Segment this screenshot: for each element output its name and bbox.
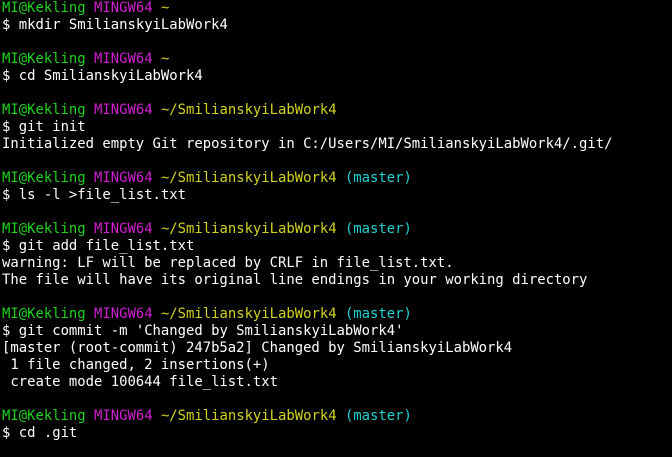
prompt-user-host: MI@Kekling — [2, 306, 86, 322]
output-line: The file will have its original line end… — [2, 272, 588, 288]
command-text: cd .git — [18, 425, 78, 441]
command-text: cd SmilianskyiLabWork4 — [18, 68, 203, 84]
prompt-line: MI@Kekling MINGW64 ~ — [2, 0, 672, 17]
command-line: $ mkdir SmilianskyiLabWork4 — [2, 17, 672, 34]
prompt-branch: (master) — [344, 170, 412, 186]
command-line: $ git commit -m 'Changed by SmilianskyiL… — [2, 323, 672, 340]
prompt-user-host: MI@Kekling — [2, 170, 86, 186]
output-line: Initialized empty Git repository in C:/U… — [2, 136, 613, 152]
prompt-line: MI@Kekling MINGW64 ~/SmilianskyiLabWork4… — [2, 170, 672, 187]
prompt-path: ~/SmilianskyiLabWork4 — [160, 170, 337, 186]
prompt-branch: (master) — [344, 408, 412, 424]
prompt-symbol: $ — [2, 425, 11, 441]
prompt-path: ~/SmilianskyiLabWork4 — [160, 102, 337, 118]
prompt-user-host: MI@Kekling — [2, 408, 86, 424]
prompt-user-host: MI@Kekling — [2, 0, 86, 16]
command-text: git init — [18, 119, 86, 135]
command-text: ls -l >file_list.txt — [18, 187, 187, 203]
prompt-line: MI@Kekling MINGW64 ~ — [2, 51, 672, 68]
command-line: $ git add file_list.txt — [2, 238, 672, 255]
prompt-symbol: $ — [2, 119, 11, 135]
command-line: $ git init — [2, 119, 672, 136]
prompt-line: MI@Kekling MINGW64 ~/SmilianskyiLabWork4 — [2, 102, 672, 119]
prompt-branch: (master) — [344, 306, 412, 322]
output-line: [master (root-commit) 247b5a2] Changed b… — [2, 340, 513, 356]
prompt-system: MINGW64 — [94, 170, 153, 186]
output-line: create mode 100644 file_list.txt — [2, 374, 278, 390]
command-line: $ ls -l >file_list.txt — [2, 187, 672, 204]
output-line: warning: LF will be replaced by CRLF in … — [2, 255, 454, 271]
prompt-user-host: MI@Kekling — [2, 51, 86, 67]
prompt-system: MINGW64 — [94, 102, 153, 118]
prompt-line: MI@Kekling MINGW64 ~/SmilianskyiLabWork4… — [2, 408, 672, 425]
prompt-line: MI@Kekling MINGW64 ~/SmilianskyiLabWork4… — [2, 306, 672, 323]
prompt-system: MINGW64 — [94, 51, 153, 67]
prompt-user-host: MI@Kekling — [2, 221, 86, 237]
command-text: git add file_list.txt — [18, 238, 195, 254]
prompt-path: ~ — [160, 51, 170, 67]
prompt-system: MINGW64 — [94, 306, 153, 322]
prompt-path: ~/SmilianskyiLabWork4 — [160, 221, 337, 237]
prompt-symbol: $ — [2, 323, 11, 339]
prompt-path: ~/SmilianskyiLabWork4 — [160, 408, 337, 424]
prompt-path: ~/SmilianskyiLabWork4 — [160, 306, 337, 322]
command-line: $ cd SmilianskyiLabWork4 — [2, 68, 672, 85]
prompt-system: MINGW64 — [94, 0, 153, 16]
prompt-system: MINGW64 — [94, 221, 153, 237]
prompt-symbol: $ — [2, 187, 11, 203]
prompt-user-host: MI@Kekling — [2, 102, 86, 118]
prompt-symbol: $ — [2, 68, 11, 84]
terminal-window[interactable]: MI@Kekling MINGW64 ~ $ mkdir Smilianskyi… — [0, 0, 672, 457]
prompt-symbol: $ — [2, 17, 11, 33]
command-text: mkdir SmilianskyiLabWork4 — [18, 17, 228, 33]
command-line[interactable]: $ cd .git — [2, 425, 672, 442]
prompt-symbol: $ — [2, 238, 11, 254]
prompt-path: ~ — [160, 0, 170, 16]
prompt-system: MINGW64 — [94, 408, 153, 424]
prompt-branch: (master) — [344, 221, 412, 237]
prompt-line: MI@Kekling MINGW64 ~/SmilianskyiLabWork4… — [2, 221, 672, 238]
command-text: git commit -m 'Changed by SmilianskyiLab… — [18, 323, 404, 339]
output-line: 1 file changed, 2 insertions(+) — [2, 357, 270, 373]
